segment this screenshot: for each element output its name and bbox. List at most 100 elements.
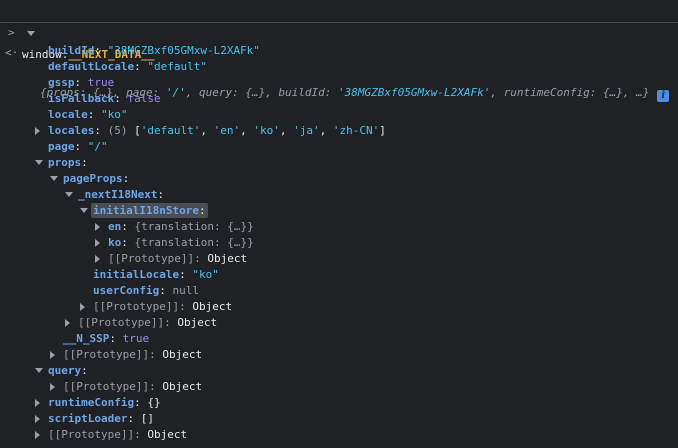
tree-row[interactable]: runtimeConfig: {}	[0, 395, 678, 411]
property-punctuation: :	[157, 188, 165, 201]
tree-row[interactable]: _nextI18Next:	[0, 187, 678, 203]
tree-row[interactable]: [[Prototype]]: Object	[0, 427, 678, 443]
disclosure-triangle-icon[interactable]	[80, 208, 88, 213]
disclosure-triangle-icon[interactable]	[27, 31, 35, 36]
tree-row[interactable]: [[Prototype]]: Object	[0, 299, 678, 315]
tree-row: locale: "ko"	[0, 107, 678, 123]
property-key: gssp	[48, 76, 75, 89]
console-input-row: > window.__NEXT_DATA__	[0, 0, 678, 61]
disclosure-triangle-icon[interactable]	[35, 127, 40, 135]
property-meta-text: (5)	[107, 124, 135, 137]
property-punctuation: ,	[319, 124, 333, 137]
property-punctuation: :	[179, 268, 193, 281]
tree-row[interactable]: [[Prototype]]: Object	[0, 315, 678, 331]
property-punctuation: :	[109, 332, 123, 345]
devtools-console: > window.__NEXT_DATA__ <· {props: {…}, p…	[0, 0, 678, 448]
disclosure-triangle-icon[interactable]	[95, 255, 100, 263]
tree-row[interactable]: en: {translation: {…}}	[0, 219, 678, 235]
property-key: runtimeConfig	[48, 396, 135, 409]
tree-row[interactable]: [[Prototype]]: Object	[0, 379, 678, 395]
console-result-row[interactable]: <· {props: {…}, page: '/', query: {…}, b…	[0, 23, 678, 102]
property-punctuation: :	[122, 172, 130, 185]
tree-row[interactable]: ko: {translation: {…}}	[0, 235, 678, 251]
property-key: scriptLoader	[48, 412, 128, 425]
property-value-string: "ko"	[192, 268, 219, 281]
tree-row[interactable]: [[Prototype]]: Object	[0, 251, 678, 267]
property-punctuation: :	[134, 60, 148, 73]
tree-row: buildId: "38MGZBxf05GMxw-L2XAFk"	[0, 43, 678, 59]
property-key: initialLocale	[93, 268, 180, 281]
tree-row: defaultLocale: "default"	[0, 59, 678, 75]
property-value-string: "/"	[87, 140, 108, 153]
property-value-boolean: true	[122, 332, 150, 345]
property-key: en	[108, 220, 122, 233]
property-meta-text: :	[194, 252, 208, 265]
property-punctuation: ,	[200, 124, 214, 137]
property-value-string: "38MGZBxf05GMxw-L2XAFk"	[107, 44, 260, 57]
disclosure-triangle-icon[interactable]	[35, 415, 40, 423]
property-key: initialI18nStore	[93, 204, 199, 217]
property-punctuation: ]	[379, 124, 386, 137]
property-meta-text: :	[149, 380, 163, 393]
tree-row[interactable]: initialI18nStore:	[0, 203, 678, 219]
tree-row[interactable]: [[Prototype]]: Object	[0, 347, 678, 363]
property-key: locales	[48, 124, 95, 137]
tree-row: page: "/"	[0, 139, 678, 155]
disclosure-triangle-icon[interactable]	[50, 351, 55, 359]
property-meta-text: [[Prototype]]	[78, 316, 165, 329]
property-meta-text: [[Prototype]]	[48, 428, 135, 441]
disclosure-triangle-icon[interactable]	[65, 319, 70, 327]
disclosure-triangle-icon[interactable]	[50, 176, 58, 181]
property-value-boolean: true	[87, 76, 115, 89]
disclosure-triangle-icon[interactable]	[80, 303, 85, 311]
property-key: buildId	[48, 44, 95, 57]
property-meta-text: {translation: {…}}	[134, 236, 254, 249]
property-value-string: "ko"	[101, 108, 128, 121]
property-punctuation: []	[140, 412, 154, 425]
disclosure-triangle-icon[interactable]	[35, 160, 43, 165]
tree-row[interactable]: query:	[0, 363, 678, 379]
property-punctuation: Object	[177, 316, 218, 329]
property-value-string: 'default'	[140, 124, 201, 137]
property-meta-text: [[Prototype]]	[108, 252, 195, 265]
property-punctuation: :	[114, 92, 128, 105]
property-meta-text: :	[149, 348, 163, 361]
tree-row[interactable]: pageProps:	[0, 171, 678, 187]
property-punctuation: :	[121, 236, 135, 249]
disclosure-triangle-icon[interactable]	[35, 368, 43, 373]
property-meta-text: [[Prototype]]	[63, 380, 150, 393]
tree-row[interactable]: scriptLoader: []	[0, 411, 678, 427]
property-key: userConfig	[93, 284, 160, 297]
property-key: page	[48, 140, 75, 153]
property-punctuation: Object	[162, 348, 203, 361]
property-punctuation: :	[87, 108, 101, 121]
property-meta-text: :	[164, 316, 178, 329]
disclosure-triangle-icon[interactable]	[35, 399, 40, 407]
property-punctuation: :	[134, 396, 148, 409]
property-punctuation: Object	[207, 252, 248, 265]
property-meta-text: {translation: {…}}	[134, 220, 254, 233]
property-punctuation: :	[74, 76, 88, 89]
property-value-null: null	[172, 284, 199, 297]
property-key: isFallback	[48, 92, 115, 105]
property-meta-text: [[Prototype]]	[93, 300, 180, 313]
property-punctuation: :	[198, 204, 206, 217]
property-punctuation: :	[121, 220, 135, 233]
property-punctuation: :	[81, 156, 88, 169]
property-punctuation: ,	[240, 124, 254, 137]
property-key: _nextI18Next	[78, 188, 158, 201]
property-meta-text: :	[134, 428, 148, 441]
property-key: defaultLocale	[48, 60, 135, 73]
property-value-string: 'en'	[213, 124, 241, 137]
disclosure-triangle-icon[interactable]	[65, 192, 73, 197]
disclosure-triangle-icon[interactable]	[95, 239, 100, 247]
property-punctuation: :	[159, 284, 173, 297]
disclosure-triangle-icon[interactable]	[95, 223, 100, 231]
tree-row[interactable]: props:	[0, 155, 678, 171]
property-key: props	[48, 156, 82, 169]
property-punctuation: :	[94, 44, 108, 57]
disclosure-triangle-icon[interactable]	[35, 431, 40, 439]
tree-row[interactable]: locales: (5) ['default', 'en', 'ko', 'ja…	[0, 123, 678, 139]
disclosure-triangle-icon[interactable]	[50, 383, 55, 391]
property-value-string: 'ko'	[253, 124, 280, 137]
